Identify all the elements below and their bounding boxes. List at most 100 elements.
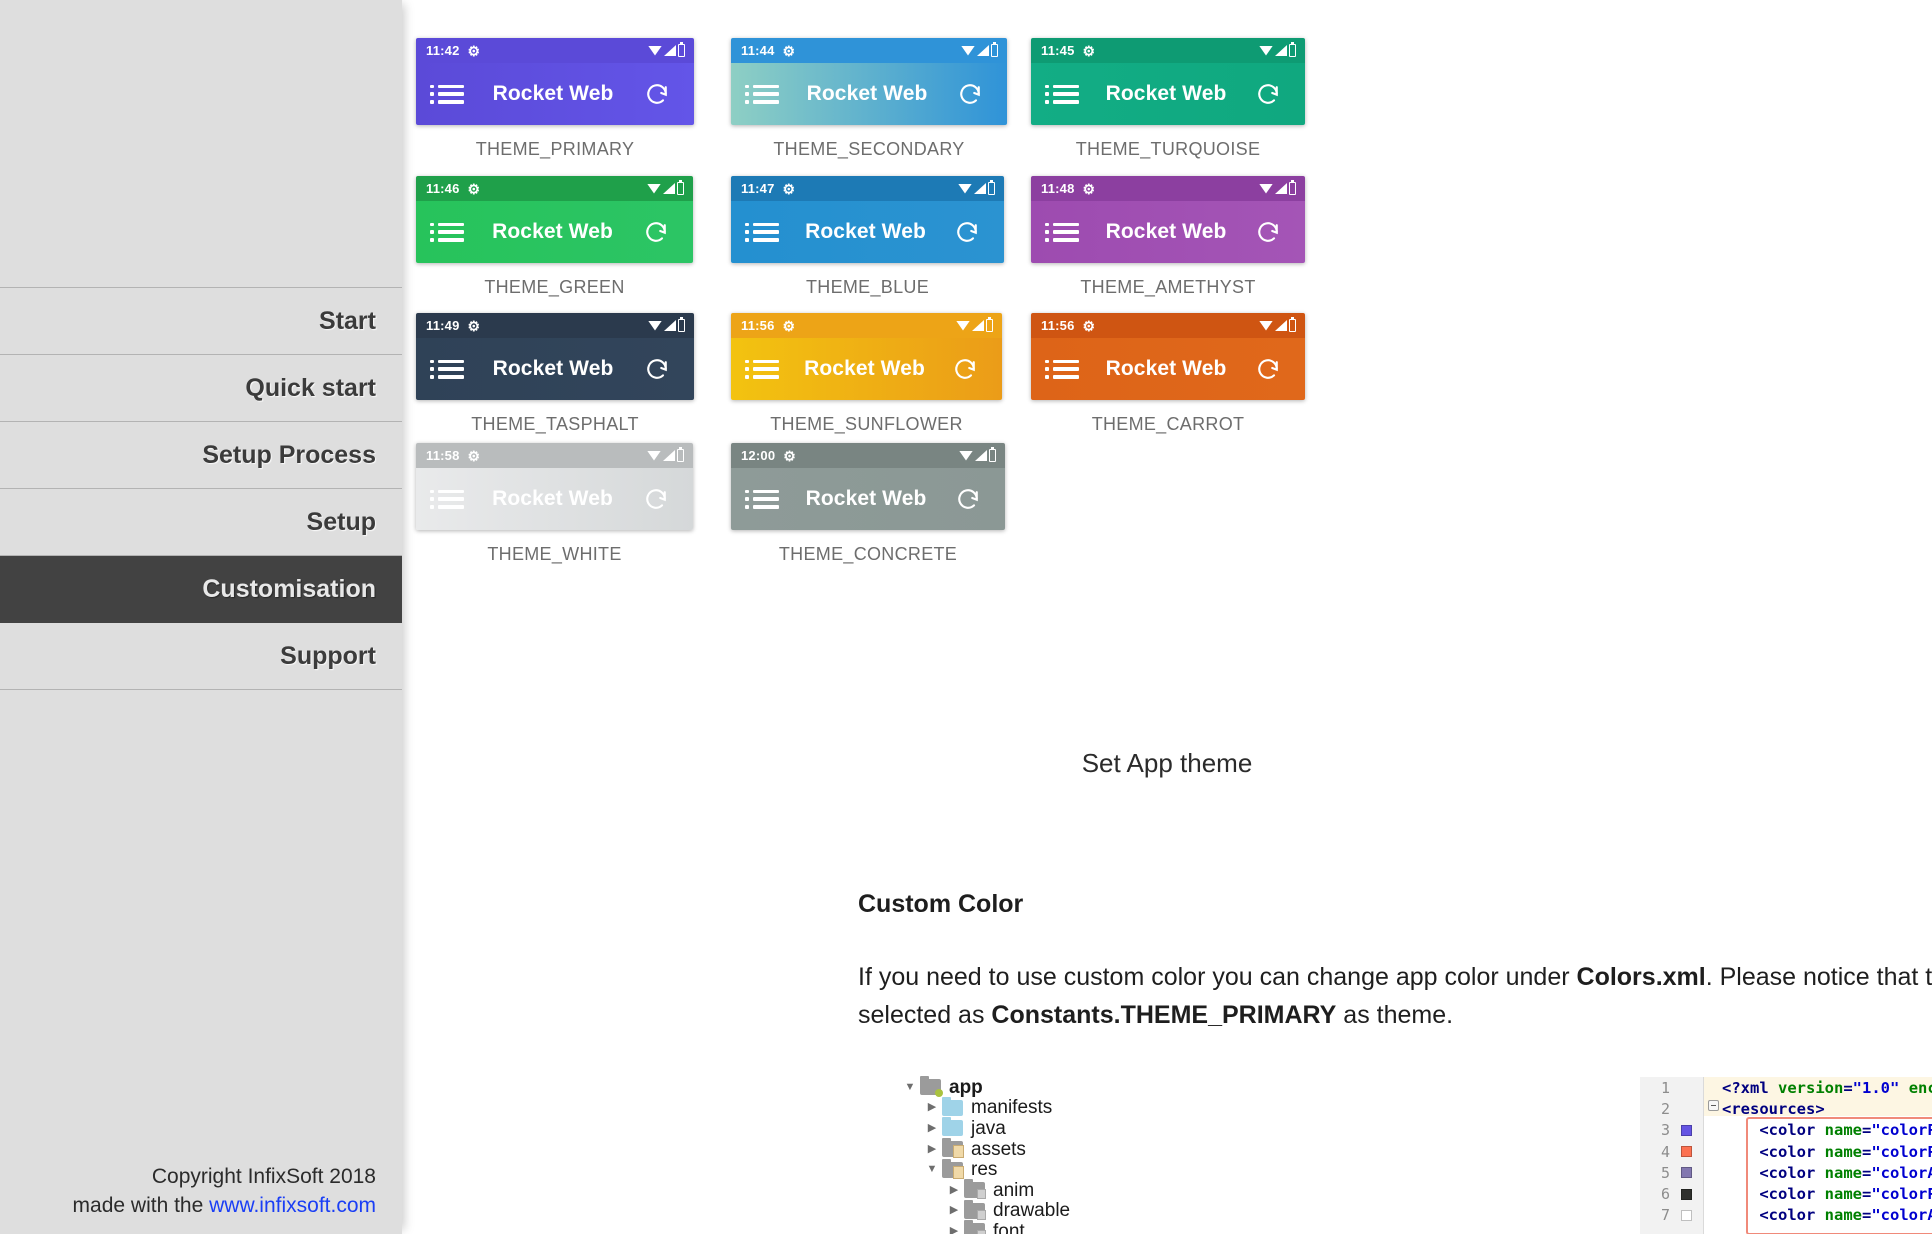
theme-card-theme_carrot[interactable]: 11:56 ⚙ Rocket Web THEME_CARROT xyxy=(1031,313,1305,435)
refresh-icon[interactable] xyxy=(955,79,985,109)
theme-card-theme_concrete[interactable]: 12:00 ⚙ Rocket Web THEME_CONCRETE xyxy=(731,443,1005,565)
theme-card-theme_turquoise[interactable]: 11:45 ⚙ Rocket Web THEME_TURQUOISE xyxy=(1031,38,1305,160)
status-time: 11:58 xyxy=(426,448,460,463)
code-line[interactable]: <color name="colorPrimaryDark">#FC7151</… xyxy=(1722,1141,1932,1162)
made-with-label: made with the xyxy=(72,1193,210,1217)
app-bar: Rocket Web xyxy=(731,201,1004,263)
signal-icon xyxy=(663,183,675,194)
tree-node-app[interactable]: ▼ app xyxy=(900,1076,1280,1098)
code-line[interactable]: <color name="colorAccentIcon">@color/whi… xyxy=(1722,1205,1932,1226)
hamburger-menu-icon[interactable] xyxy=(1045,359,1079,379)
battery-icon xyxy=(677,180,684,195)
sidebar-item-setup-process[interactable]: Setup Process xyxy=(0,422,402,489)
theme-card-theme_blue[interactable]: 11:47 ⚙ Rocket Web THEME_BLUE xyxy=(731,176,1004,298)
tree-twisty-icon[interactable]: ▼ xyxy=(900,1081,920,1093)
sidebar-footer: Copyright InfixSoft 2018 made with the w… xyxy=(0,1163,376,1220)
tree-node-res[interactable]: ▼ res xyxy=(900,1158,1280,1180)
theme-primary-emphasis: Constants.THEME_PRIMARY xyxy=(991,1001,1337,1029)
phone-preview: 11:49 ⚙ Rocket Web xyxy=(416,313,694,400)
signal-icon xyxy=(663,450,675,461)
sidebar-filler xyxy=(0,691,402,1234)
hamburger-menu-icon[interactable] xyxy=(430,84,464,104)
refresh-icon[interactable] xyxy=(1253,354,1283,384)
theme-card-theme_tasphalt[interactable]: 11:49 ⚙ Rocket Web THEME_TASPHALT xyxy=(416,313,694,435)
tree-twisty-icon[interactable]: ▶ xyxy=(922,1102,942,1113)
folder-icon xyxy=(942,1117,963,1137)
gutter-line: 1 xyxy=(1640,1077,1703,1098)
folder-icon xyxy=(942,1158,964,1179)
theme-card-theme_sunflower[interactable]: 11:56 ⚙ Rocket Web THEME_SUNFLOWER xyxy=(731,313,1002,435)
hamburger-menu-icon[interactable] xyxy=(430,489,464,509)
tree-twisty-icon[interactable]: ▶ xyxy=(922,1122,942,1134)
theme-name-label: THEME_GREEN xyxy=(484,277,625,297)
tree-node-font[interactable]: ▶ font xyxy=(900,1220,1280,1234)
tree-node-assets[interactable]: ▶ assets xyxy=(900,1138,1280,1160)
code-line[interactable]: <resources> xyxy=(1722,1098,1932,1119)
hamburger-menu-icon[interactable] xyxy=(1045,84,1079,104)
gutter-line: 7 xyxy=(1640,1205,1703,1226)
hamburger-menu-icon[interactable] xyxy=(430,222,464,242)
refresh-icon[interactable] xyxy=(642,79,672,109)
battery-icon xyxy=(986,317,993,332)
infixsoft-link[interactable]: www.infixsoft.com xyxy=(209,1194,376,1217)
code-fold-icon[interactable] xyxy=(1708,1100,1719,1111)
theme-card-theme_green[interactable]: 11:46 ⚙ Rocket Web THEME_GREEN xyxy=(416,176,693,298)
theme-name-label: THEME_TASPHALT xyxy=(471,414,639,434)
theme-card-theme_primary[interactable]: 11:42 ⚙ Rocket Web THEME_PRIMARY xyxy=(416,38,694,160)
hamburger-menu-icon[interactable] xyxy=(430,359,464,379)
app-bar: Rocket Web xyxy=(731,338,1002,400)
theme-name-label: THEME_SUNFLOWER xyxy=(770,414,963,434)
signal-icon xyxy=(1275,320,1287,331)
refresh-icon[interactable] xyxy=(1253,217,1283,247)
sidebar-item-support[interactable]: Support xyxy=(0,623,402,690)
line-number: 7 xyxy=(1660,1206,1670,1225)
tree-node-manifests[interactable]: ▶ manifests xyxy=(900,1096,1280,1119)
tree-twisty-icon[interactable]: ▶ xyxy=(922,1143,942,1155)
android-status-bar: 11:58 ⚙ xyxy=(416,443,693,468)
android-status-bar: 11:48 ⚙ xyxy=(1031,176,1305,201)
hamburger-menu-icon[interactable] xyxy=(745,489,779,509)
tree-node-drawable[interactable]: ▶ drawable xyxy=(900,1199,1280,1222)
tree-node-anim[interactable]: ▶ anim xyxy=(900,1179,1280,1201)
theme-card-theme_white[interactable]: 11:58 ⚙ Rocket Web THEME_WHITE xyxy=(416,443,693,565)
app-bar: Rocket Web xyxy=(416,201,693,263)
hamburger-menu-icon[interactable] xyxy=(745,359,779,379)
code-line[interactable]: <color name="colorPrimary">#6454E3</colo… xyxy=(1722,1120,1932,1141)
status-time: 11:49 xyxy=(426,318,460,333)
code-line[interactable]: <?xml version="1.0" encoding="utf-8"?> xyxy=(1722,1077,1932,1098)
sidebar-item-customisation[interactable]: Customisation xyxy=(0,556,402,623)
custom-color-paragraph: If you need to use custom color you can … xyxy=(858,958,1932,1034)
refresh-icon[interactable] xyxy=(1253,79,1283,109)
hamburger-menu-icon[interactable] xyxy=(745,84,779,104)
refresh-icon[interactable] xyxy=(641,217,671,247)
sidebar-item-quick-start[interactable]: Quick start xyxy=(0,355,402,422)
wifi-icon xyxy=(1259,183,1273,194)
sidebar-item-setup[interactable]: Setup xyxy=(0,489,402,556)
refresh-icon[interactable] xyxy=(953,484,983,514)
theme-card-theme_secondary[interactable]: 11:44 ⚙ Rocket Web THEME_SECONDARY xyxy=(731,38,1007,160)
tree-node-java[interactable]: ▶ java xyxy=(900,1117,1280,1139)
refresh-icon[interactable] xyxy=(642,354,672,384)
gear-icon: ⚙ xyxy=(467,42,481,59)
hamburger-menu-icon[interactable] xyxy=(745,222,779,242)
code-line[interactable]: <color name="colorPrimaryIcon">#2f302d</… xyxy=(1722,1183,1932,1204)
gutter-line: 3 xyxy=(1640,1120,1703,1141)
tree-twisty-icon[interactable]: ▶ xyxy=(944,1205,964,1216)
status-time: 11:48 xyxy=(1041,181,1075,196)
refresh-icon[interactable] xyxy=(641,484,671,514)
hamburger-menu-icon[interactable] xyxy=(1045,222,1079,242)
made-with-line: made with the www.infixsoft.com xyxy=(0,1192,376,1220)
code-line[interactable]: <color name="colorAccent">#8277B0</color… xyxy=(1722,1162,1932,1183)
sidebar-item-start[interactable]: Start xyxy=(0,288,402,355)
status-icons xyxy=(647,447,684,462)
line-number: 4 xyxy=(1660,1142,1670,1161)
refresh-icon[interactable] xyxy=(950,354,980,384)
theme-card-theme_amethyst[interactable]: 11:48 ⚙ Rocket Web THEME_AMETHYST xyxy=(1031,176,1305,298)
theme-grid: 11:42 ⚙ Rocket Web THEME_PRIMARY 11:44 ⚙ Rocke… xyxy=(416,38,1656,598)
wifi-icon xyxy=(647,450,661,461)
tree-twisty-icon[interactable]: ▼ xyxy=(922,1164,942,1175)
tree-twisty-icon[interactable]: ▶ xyxy=(944,1184,964,1196)
tree-twisty-icon[interactable]: ▶ xyxy=(944,1225,964,1234)
refresh-icon[interactable] xyxy=(952,217,982,247)
phone-preview: 11:56 ⚙ Rocket Web xyxy=(731,313,1002,400)
